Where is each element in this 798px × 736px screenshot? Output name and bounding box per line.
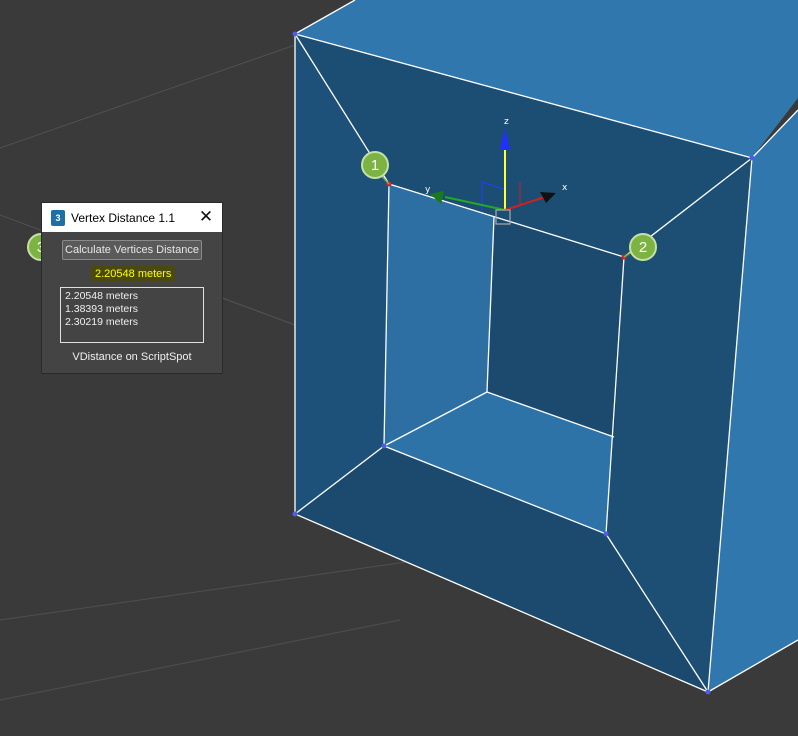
- gizmo-x-label: x: [562, 183, 568, 193]
- callout-2: 2: [629, 233, 657, 261]
- list-item[interactable]: 1.38393 meters: [65, 303, 199, 316]
- app-icon: 3: [51, 209, 65, 226]
- vertex-distance-panel: 3 Vertex Distance 1.1 ✕ Calculate Vertic…: [42, 203, 222, 373]
- gizmo-y-label: y: [425, 185, 431, 195]
- distance-result: 2.20548 meters: [91, 266, 176, 282]
- list-item[interactable]: 2.30219 meters: [65, 316, 199, 329]
- calculate-distance-button[interactable]: Calculate Vertices Distance: [62, 240, 202, 260]
- scriptspot-link[interactable]: VDistance on ScriptSpot: [42, 351, 222, 363]
- list-item[interactable]: 2.20548 meters: [65, 290, 199, 303]
- callout-1: 1: [361, 151, 389, 179]
- results-list[interactable]: 2.20548 meters 1.38393 meters 2.30219 me…: [60, 287, 204, 343]
- gizmo-z-label: z: [504, 117, 509, 127]
- panel-title: Vertex Distance 1.1: [71, 210, 176, 225]
- close-icon[interactable]: ✕: [196, 207, 216, 227]
- panel-titlebar[interactable]: 3 Vertex Distance 1.1 ✕: [42, 203, 222, 232]
